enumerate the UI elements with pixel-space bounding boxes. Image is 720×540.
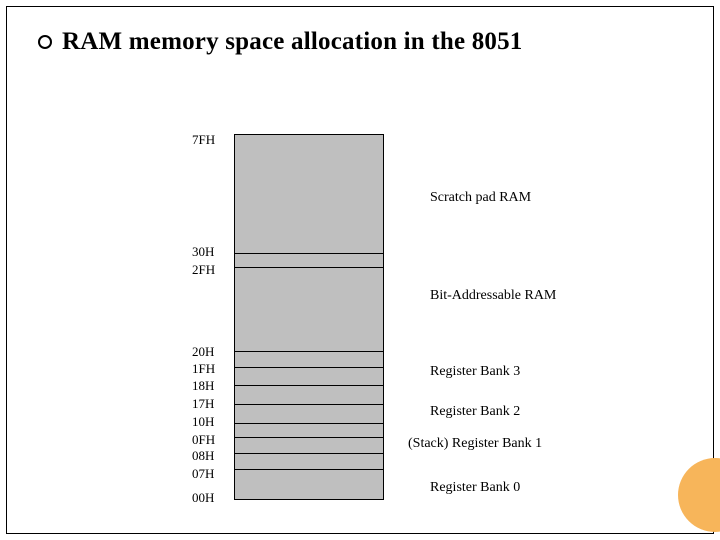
sep-07H xyxy=(235,469,383,470)
region-bank3: Register Bank 3 xyxy=(430,364,520,380)
addr-07H: 07H xyxy=(192,466,230,482)
addr-18H: 18H xyxy=(192,378,230,394)
region-bank2: Register Bank 2 xyxy=(430,404,520,420)
sep-30H xyxy=(235,253,383,254)
addr-17H: 17H xyxy=(192,396,230,412)
ram-block xyxy=(234,134,384,500)
sep-10H xyxy=(235,423,383,424)
sep-2FH xyxy=(235,267,383,268)
sep-0FH xyxy=(235,437,383,438)
sep-18H xyxy=(235,385,383,386)
addr-00H: 00H xyxy=(192,490,230,506)
addr-20H: 20H xyxy=(192,344,230,360)
region-scratch: Scratch pad RAM xyxy=(430,190,531,206)
region-bank1: (Stack) Register Bank 1 xyxy=(408,436,542,452)
addr-08H: 08H xyxy=(192,448,230,464)
addr-1FH: 1FH xyxy=(192,361,230,377)
slide-title: RAM memory space allocation in the 8051 xyxy=(62,28,523,56)
sep-17H xyxy=(235,404,383,405)
sep-1FH xyxy=(235,367,383,368)
title-row: RAM memory space allocation in the 8051 xyxy=(38,28,523,56)
sep-08H xyxy=(235,453,383,454)
addr-0FH: 0FH xyxy=(192,432,230,448)
bullet-icon xyxy=(38,35,52,49)
slide: RAM memory space allocation in the 8051 … xyxy=(0,0,720,540)
addr-10H: 10H xyxy=(192,414,230,430)
sep-20H xyxy=(235,351,383,352)
region-bitaddr: Bit-Addressable RAM xyxy=(430,288,556,304)
addr-7FH: 7FH xyxy=(192,132,230,148)
addr-30H: 30H xyxy=(192,244,230,260)
addr-2FH: 2FH xyxy=(192,262,230,278)
region-bank0: Register Bank 0 xyxy=(430,480,520,496)
